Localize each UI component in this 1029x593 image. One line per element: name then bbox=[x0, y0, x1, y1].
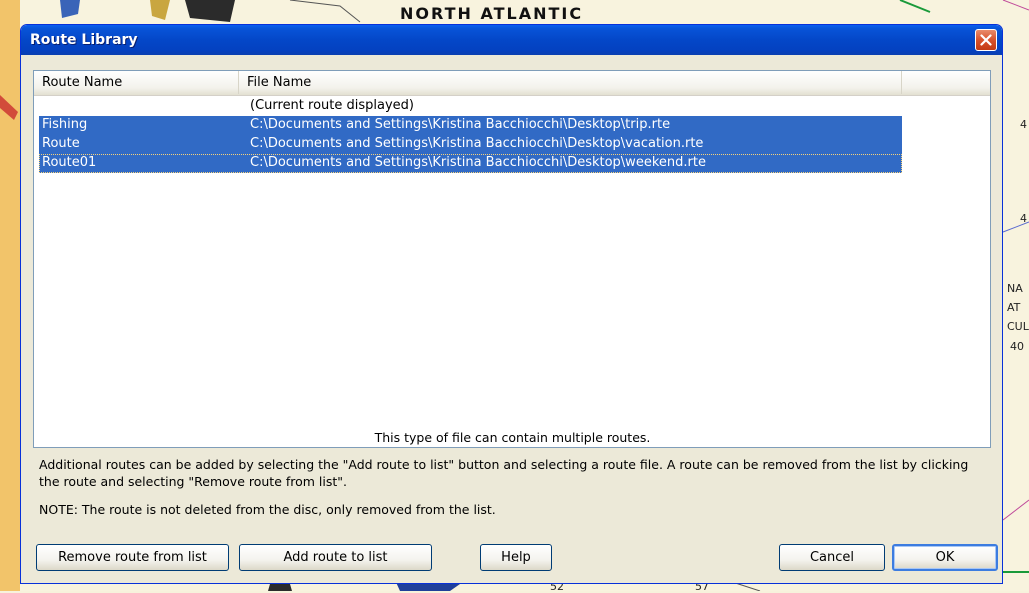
table-row[interactable]: Route C:\Documents and Settings\Kristina… bbox=[39, 135, 902, 154]
help-button[interactable]: Help bbox=[480, 544, 552, 571]
list-body: (Current route displayed) Fishing C:\Doc… bbox=[34, 97, 990, 447]
route-name-cell: Route01 bbox=[42, 155, 97, 170]
map-label: 4 bbox=[1020, 212, 1027, 225]
map-label: CUL bbox=[1007, 320, 1029, 333]
close-icon bbox=[980, 34, 992, 46]
info-note: NOTE: The route is not deleted from the … bbox=[39, 502, 496, 517]
map-region-label: NORTH ATLANTIC bbox=[400, 4, 584, 23]
close-button[interactable] bbox=[975, 29, 997, 51]
column-header-route-name[interactable]: Route Name bbox=[34, 71, 239, 94]
file-name-cell: C:\Documents and Settings\Kristina Bacch… bbox=[250, 155, 706, 170]
map-label: AT bbox=[1007, 301, 1021, 314]
remove-route-button[interactable]: Remove route from list bbox=[36, 544, 229, 571]
route-library-dialog: Route Library Route Name File Name (Curr… bbox=[20, 24, 1003, 584]
info-instructions: Additional routes can be added by select… bbox=[39, 457, 969, 489]
column-header-filler bbox=[902, 71, 990, 94]
list-header: Route Name File Name bbox=[34, 71, 990, 96]
column-header-file-name[interactable]: File Name bbox=[239, 71, 902, 94]
map-label: 40 bbox=[1010, 340, 1024, 353]
dialog-titlebar[interactable]: Route Library bbox=[21, 25, 1002, 55]
dialog-title: Route Library bbox=[30, 32, 138, 48]
ok-button[interactable]: OK bbox=[892, 544, 998, 571]
cancel-button[interactable]: Cancel bbox=[779, 544, 885, 571]
table-row[interactable]: (Current route displayed) bbox=[39, 97, 902, 116]
add-route-button[interactable]: Add route to list bbox=[239, 544, 432, 571]
table-row[interactable]: Fishing C:\Documents and Settings\Kristi… bbox=[39, 116, 902, 135]
map-label: NA bbox=[1007, 282, 1023, 295]
file-name-cell: C:\Documents and Settings\Kristina Bacch… bbox=[250, 136, 704, 151]
route-list[interactable]: Route Name File Name (Current route disp… bbox=[33, 70, 991, 448]
table-row[interactable]: Route01 C:\Documents and Settings\Kristi… bbox=[39, 154, 902, 173]
file-name-cell: (Current route displayed) bbox=[250, 98, 414, 113]
map-label: 4 bbox=[1020, 118, 1027, 131]
info-multiple-routes: This type of file can contain multiple r… bbox=[374, 430, 651, 445]
file-name-cell: C:\Documents and Settings\Kristina Bacch… bbox=[250, 117, 671, 132]
route-name-cell: Route bbox=[42, 136, 80, 151]
route-name-cell: Fishing bbox=[42, 117, 88, 132]
